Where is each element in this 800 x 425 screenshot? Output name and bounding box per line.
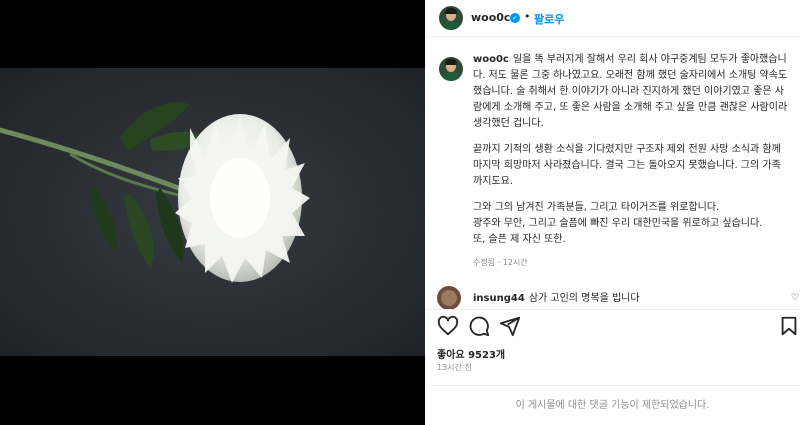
flower-illustration (0, 68, 425, 356)
post-media (0, 0, 425, 425)
action-bar (425, 309, 800, 340)
posted-time[interactable]: 13시간 전 (437, 362, 472, 373)
comment-like-icon[interactable]: ♡ (791, 293, 799, 303)
bookmark-icon[interactable] (778, 315, 800, 337)
heart-icon[interactable] (437, 315, 459, 337)
post-caption: woo0c 일을 똑 부러지게 잘해서 우리 회사 야구중계팀 모두가 좋아했습니… (473, 52, 789, 258)
author-avatar[interactable] (439, 6, 463, 30)
post-header: woo0c ✓ • 팔로우 (425, 0, 800, 37)
caption-meta: 수정됨 · 12시간 (473, 258, 528, 267)
edited-label: 수정됨 (473, 258, 496, 267)
caption-username[interactable]: woo0c (473, 54, 509, 65)
comment-username[interactable]: insung44 (473, 293, 525, 304)
post-panel: woo0c ✓ • 팔로우 woo0c 일을 똑 부러지게 잘해서 우리 회사 야… (425, 0, 800, 425)
likes-count[interactable]: 좋아요 9523개 (437, 346, 505, 361)
comments-restricted-notice: 이 게시물에 대한 댓글 기능이 제한되었습니다. (425, 385, 800, 425)
caption-text: 일을 똑 부러지게 잘해서 우리 회사 야구중계팀 모두가 좋아했습니다. 저도… (473, 54, 788, 129)
chrysanthemum-photo (0, 68, 425, 356)
author-username[interactable]: woo0c (471, 11, 510, 24)
caption-paragraph: woo0c 일을 똑 부러지게 잘해서 우리 회사 야구중계팀 모두가 좋아했습니… (473, 52, 789, 132)
comment-text: 삼가 고인의 명복을 빕니다 (528, 293, 640, 304)
comment-item: insung44 삼가 고인의 명복을 빕니다 (473, 289, 640, 304)
follow-button[interactable]: 팔로우 (534, 11, 564, 27)
caption-time: 12시간 (502, 258, 528, 267)
share-icon[interactable] (499, 315, 521, 337)
caption-avatar[interactable] (439, 57, 463, 81)
commenter-avatar[interactable] (437, 286, 461, 310)
caption-paragraph: 끝까지 기적의 생환 소식을 기다렸지만 구조자 제외 전원 사망 소식과 함께… (473, 144, 781, 187)
separator-dot: • (524, 10, 531, 23)
comment-icon[interactable] (468, 315, 490, 337)
caption-paragraph: 그와 그의 남겨진 가족분들, 그리고 타이거즈를 위로합니다. 광주와 무안,… (473, 202, 763, 245)
verified-badge-icon: ✓ (510, 13, 520, 23)
